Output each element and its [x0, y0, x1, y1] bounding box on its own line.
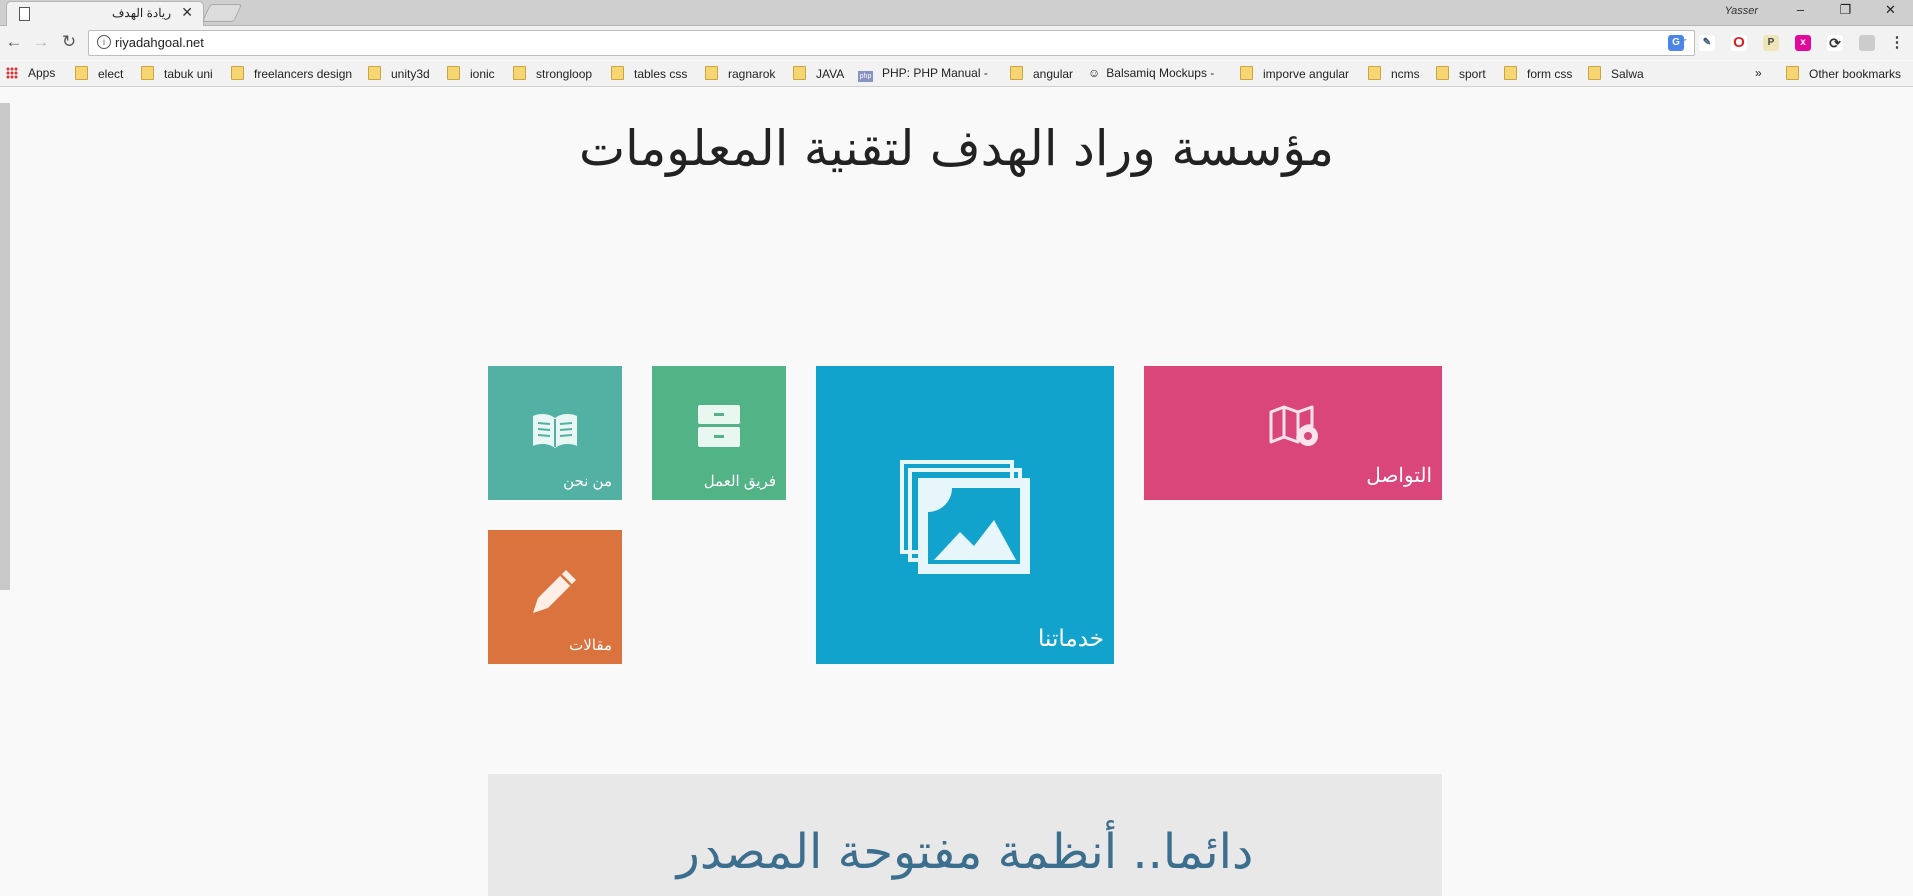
new-tab-button[interactable] — [201, 4, 243, 22]
bookmark-freelancers-design[interactable]: freelancers design — [231, 66, 352, 81]
pencil-icon — [533, 570, 576, 613]
profile-name[interactable]: Yasser — [1725, 5, 1758, 17]
open-book-icon — [533, 413, 577, 448]
folder-icon — [231, 66, 244, 80]
bookmark-tables-css[interactable]: tables css — [611, 66, 687, 81]
php-icon: php — [858, 71, 873, 82]
grey-extension-icon[interactable] — [1859, 35, 1875, 51]
image-gallery-icon — [900, 460, 1030, 574]
tile-about-label: من نحن — [563, 473, 612, 490]
folder-icon — [368, 66, 381, 80]
folder-icon — [611, 66, 624, 80]
folder-icon — [1588, 66, 1601, 80]
p-extension-icon[interactable]: P — [1763, 35, 1779, 51]
tile-services-label: خدماتنا — [1038, 625, 1104, 651]
minimize-icon[interactable]: – — [1778, 0, 1823, 20]
browser-toolbar: ← → ↻ i riyadahgoal.net ☆ G ✎ O P x ⟳ ⋮ — [0, 26, 1913, 60]
tile-about[interactable]: من نحن — [488, 366, 622, 500]
map-pin-icon — [1269, 405, 1318, 446]
folder-icon — [1504, 66, 1517, 80]
bookmark-php-manual[interactable]: php PHP: PHP Manual - M — [858, 66, 992, 82]
bookmark-form-css[interactable]: form css — [1504, 66, 1572, 81]
tile-services[interactable]: خدماتنا — [816, 366, 1114, 664]
bookmark-java[interactable]: JAVA — [793, 66, 844, 81]
tile-contact[interactable]: التواصل — [1144, 366, 1442, 500]
page-title: مؤسسة وراد الهدف لتقنية المعلومات — [578, 120, 1334, 177]
tab-strip: ريادة الهدف ✕ Yasser – ❐ ✕ — [0, 0, 1913, 26]
tile-articles[interactable]: مقالات — [488, 530, 622, 664]
eyedropper-extension-icon[interactable]: ✎ — [1699, 35, 1715, 51]
translate-extension-icon[interactable]: G — [1668, 35, 1684, 51]
folder-icon — [447, 66, 460, 80]
folder-icon — [141, 66, 154, 80]
bookmark-ragnarok[interactable]: ragnarok — [705, 66, 775, 81]
bookmark-other[interactable]: Other bookmarks — [1786, 66, 1901, 81]
open-source-banner: دائما.. أنظمة مفتوحة المصدر — [488, 774, 1442, 896]
folder-icon — [705, 66, 718, 80]
close-window-icon[interactable]: ✕ — [1868, 0, 1913, 20]
bookmark-elect[interactable]: elect — [75, 66, 123, 81]
menu-icon[interactable]: ⋮ — [1889, 35, 1905, 51]
more-bookmarks-icon[interactable]: » — [1755, 66, 1762, 80]
tab-title: ريادة الهدف — [111, 6, 171, 20]
address-bar[interactable]: i riyadahgoal.net ☆ — [88, 30, 1695, 56]
folder-icon — [793, 66, 806, 80]
bookmark-sport[interactable]: sport — [1436, 66, 1486, 81]
page-icon — [19, 7, 30, 21]
xdebug-extension-icon[interactable]: x — [1795, 35, 1811, 51]
bookmark-apps[interactable]: Apps — [6, 66, 55, 80]
banner-heading: دائما.. أنظمة مفتوحة المصدر — [676, 824, 1254, 880]
bookmark-angular[interactable]: angular — [1010, 66, 1073, 81]
tile-team[interactable]: فريق العمل — [652, 366, 786, 500]
back-icon[interactable]: ← — [3, 32, 25, 52]
bookmark-tabuk-uni[interactable]: tabuk uni — [141, 66, 213, 81]
bookmark-unity3d[interactable]: unity3d — [368, 66, 430, 81]
forward-icon[interactable]: → — [30, 32, 52, 52]
apps-grid-icon — [6, 67, 18, 79]
bookmark-ionic[interactable]: ionic — [447, 66, 495, 81]
bookmark-balsamiq[interactable]: ☺ Balsamiq Mockups - — [1088, 66, 1214, 80]
folder-icon — [1240, 66, 1253, 80]
tile-team-label: فريق العمل — [703, 473, 776, 490]
filing-cabinet-icon — [698, 405, 740, 447]
tile-contact-label: التواصل — [1366, 465, 1432, 487]
opera-extension-icon[interactable]: O — [1731, 35, 1747, 51]
folder-icon — [1368, 66, 1381, 80]
browser-tab[interactable]: ريادة الهدف ✕ — [6, 1, 204, 26]
folder-icon — [1436, 66, 1449, 80]
close-tab-icon[interactable]: ✕ — [181, 4, 193, 21]
folder-icon — [1010, 66, 1023, 80]
bookmark-imporve-angular[interactable]: imporve angular — [1240, 66, 1349, 81]
sync-extension-icon[interactable]: ⟳ — [1827, 35, 1843, 51]
bookmark-ncms[interactable]: ncms — [1368, 66, 1420, 81]
info-icon[interactable]: i — [97, 35, 111, 49]
folder-icon — [75, 66, 88, 80]
restore-icon[interactable]: ❐ — [1823, 0, 1868, 20]
folder-icon — [1786, 66, 1799, 80]
folder-icon — [513, 66, 526, 80]
bookmark-salwa[interactable]: Salwa — [1588, 66, 1644, 81]
tile-articles-label: مقالات — [569, 637, 612, 654]
reload-icon[interactable]: ↻ — [58, 32, 80, 52]
smiley-icon: ☺ — [1088, 66, 1101, 80]
bookmark-strongloop[interactable]: strongloop — [513, 66, 592, 81]
bookmarks-bar: Apps elect tabuk uni freelancers design … — [0, 61, 1913, 87]
url-text: riyadahgoal.net — [115, 35, 204, 50]
